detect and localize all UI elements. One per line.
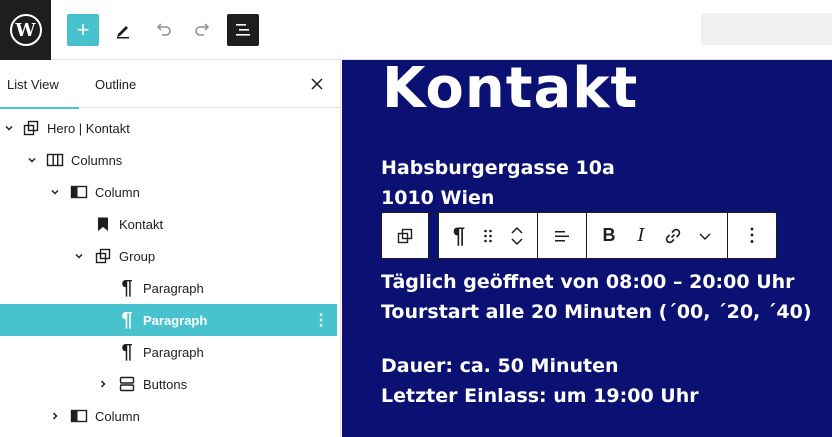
tools-button[interactable] xyxy=(107,14,139,46)
block-options-button[interactable]: ⋮ xyxy=(736,213,768,258)
undo-icon xyxy=(156,23,171,36)
redo-icon xyxy=(195,23,210,36)
list-item-label: Buttons xyxy=(143,376,188,392)
group-icon xyxy=(397,228,413,243)
list-item[interactable]: Group xyxy=(0,240,337,272)
sidebar-tabs: List View Outline xyxy=(0,60,341,109)
wordpress-logo-icon: W xyxy=(9,14,42,46)
toolbar-gap xyxy=(429,213,438,258)
chevron-up-icon[interactable] xyxy=(510,226,524,236)
list-item[interactable]: Kontakt xyxy=(0,208,337,240)
block-toolbar-options-group: ⋮ xyxy=(728,213,776,258)
move-up-down-buttons[interactable] xyxy=(501,213,533,258)
chevron-down-icon[interactable] xyxy=(73,250,85,262)
more-options-icon[interactable]: ⋮ xyxy=(313,310,329,330)
list-item-selected[interactable]: ¶ Paragraph ⋮ xyxy=(0,304,337,336)
align-left-icon xyxy=(555,230,569,241)
address-line-1[interactable]: Habsburgergasse 10a xyxy=(381,157,615,179)
group-icon xyxy=(93,246,113,266)
plus-icon: + xyxy=(76,17,90,42)
list-view-icon xyxy=(236,24,250,36)
list-item-label: Group xyxy=(119,248,156,264)
list-item[interactable]: Column xyxy=(0,176,337,208)
list-item-label: Kontakt xyxy=(119,216,164,232)
list-item[interactable]: ¶ Paragraph xyxy=(0,272,337,304)
align-text-button[interactable] xyxy=(546,213,578,258)
command-palette-bar[interactable] xyxy=(701,13,832,45)
list-item[interactable]: Buttons xyxy=(0,368,337,400)
link-icon xyxy=(665,228,681,243)
undo-button[interactable] xyxy=(147,14,179,46)
hours-line-1[interactable]: Täglich geöffnet von 08:00 – 20:00 Uhr xyxy=(381,271,795,293)
italic-button[interactable]: I xyxy=(625,213,657,258)
address-line-2[interactable]: 1010 Wien xyxy=(381,187,494,209)
chevron-down-icon[interactable] xyxy=(3,122,15,134)
add-block-button[interactable]: + xyxy=(67,14,99,46)
chevron-right-icon[interactable] xyxy=(97,378,109,390)
editor-top-bar: W + xyxy=(0,0,832,60)
paragraph-icon: ¶ xyxy=(452,222,466,248)
paragraph-icon: ¶ xyxy=(121,308,133,331)
hours-line-2[interactable]: Tourstart alle 20 Minuten (´00, ´20, ´40… xyxy=(381,301,812,323)
tab-list-view[interactable]: List View xyxy=(0,60,79,109)
paragraph-icon: ¶ xyxy=(121,340,133,363)
list-item-label: Paragraph xyxy=(143,344,204,360)
chevron-down-icon[interactable] xyxy=(510,236,524,246)
column-icon xyxy=(69,406,89,426)
list-item-label: Column xyxy=(95,184,140,200)
wordpress-logo-button[interactable]: W xyxy=(0,0,51,60)
redo-button[interactable] xyxy=(187,14,219,46)
list-item-label: Hero | Kontakt xyxy=(47,120,130,136)
list-view-button[interactable] xyxy=(227,14,259,46)
close-sidebar-button[interactable] xyxy=(307,74,327,94)
duration-line-1[interactable]: Dauer: ca. 50 Minuten xyxy=(381,355,619,377)
list-item[interactable]: Columns xyxy=(0,144,337,176)
chevron-down-icon[interactable] xyxy=(49,186,61,198)
list-item[interactable]: ¶ Paragraph xyxy=(0,336,337,368)
buttons-icon xyxy=(117,374,137,394)
list-item[interactable]: Hero | Kontakt xyxy=(0,112,337,144)
more-formats-button[interactable] xyxy=(689,213,721,258)
list-item[interactable]: Column xyxy=(0,400,337,432)
bookmark-icon xyxy=(93,214,113,234)
duration-line-2[interactable]: Letzter Einlass: um 19:00 Uhr xyxy=(381,385,699,407)
chevron-down-icon[interactable] xyxy=(26,154,38,166)
chevron-right-icon[interactable] xyxy=(49,410,61,422)
close-icon xyxy=(311,78,323,90)
list-item-label: Paragraph xyxy=(143,312,208,328)
bold-button[interactable]: B xyxy=(593,213,625,258)
block-toolbar-align-group xyxy=(538,213,587,258)
list-item-label: Paragraph xyxy=(143,280,204,296)
select-parent-button[interactable] xyxy=(389,213,421,258)
column-icon xyxy=(69,182,89,202)
list-item-label: Columns xyxy=(71,152,123,168)
block-toolbar-block-group: ¶ xyxy=(438,213,538,258)
list-view-sidebar: List View Outline Hero | Kontakt Columns… xyxy=(0,60,341,437)
drag-handle-icon xyxy=(484,229,492,242)
list-item-label: Column xyxy=(95,408,140,424)
paragraph-icon: ¶ xyxy=(121,276,133,299)
chevron-down-icon xyxy=(699,232,711,240)
drag-handle[interactable] xyxy=(475,213,501,258)
block-toolbar-format-group: B I xyxy=(587,213,728,258)
page-heading[interactable]: Kontakt xyxy=(382,60,638,121)
paragraph-block-switcher[interactable]: ¶ xyxy=(443,213,475,258)
pencil-icon xyxy=(117,26,129,39)
block-toolbar: ¶ B I ⋮ xyxy=(381,212,777,259)
group-icon xyxy=(21,118,41,138)
block-toolbar-parent-group xyxy=(382,213,429,258)
tab-outline[interactable]: Outline xyxy=(95,60,136,108)
link-button[interactable] xyxy=(657,213,689,258)
columns-icon xyxy=(45,150,65,170)
